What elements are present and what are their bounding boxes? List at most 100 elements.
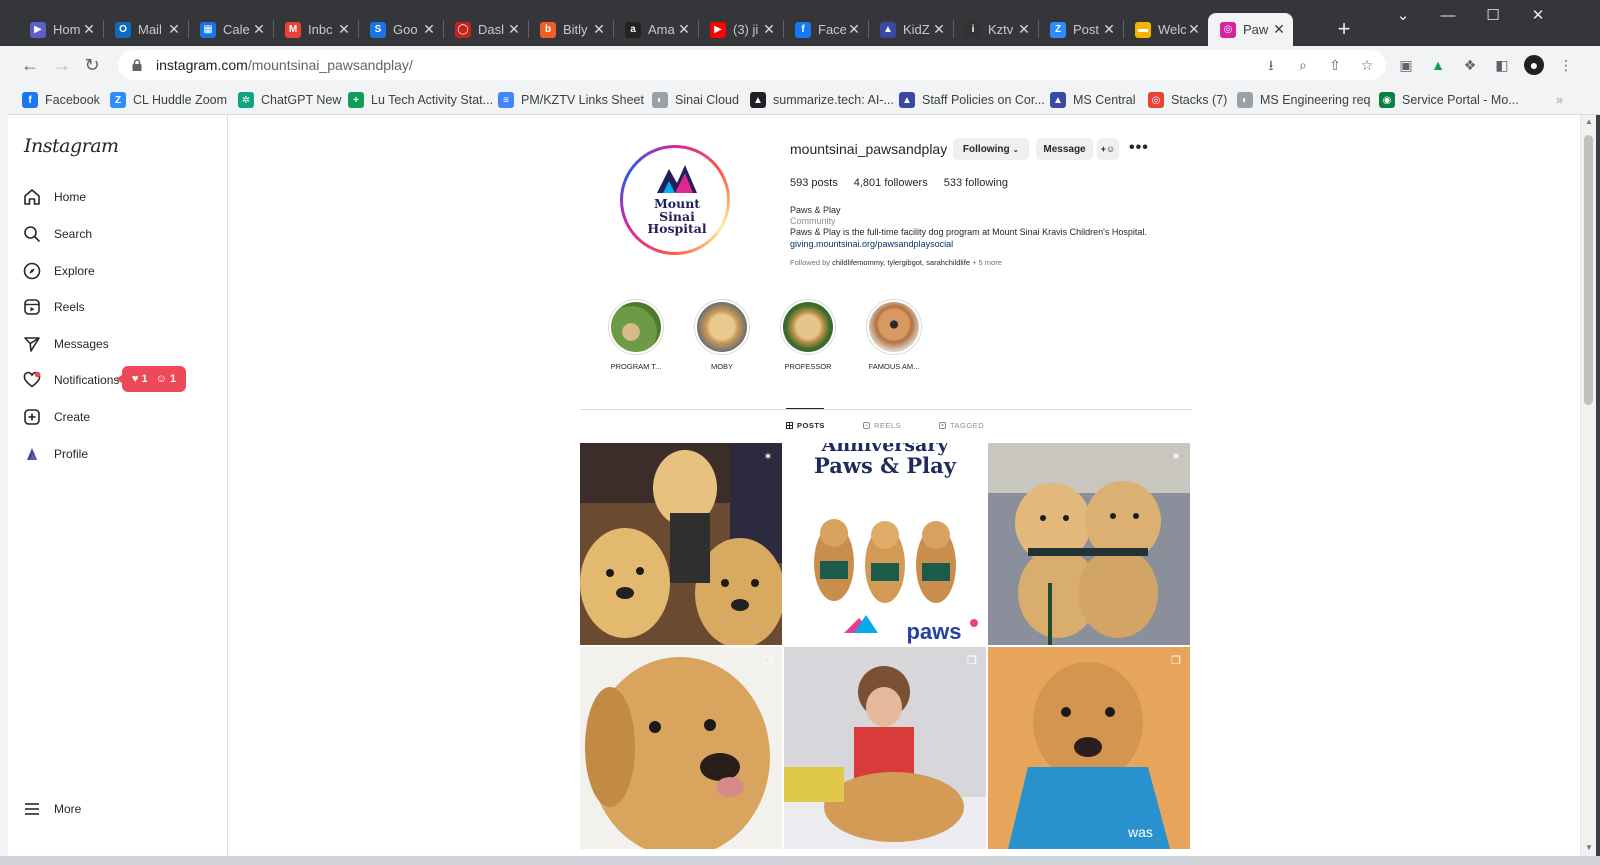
bookmark-item[interactable]: f Facebook: [22, 91, 100, 109]
tab-close-icon[interactable]: ✕: [846, 21, 862, 38]
following-stat[interactable]: 533 following: [944, 177, 1008, 189]
drive-extension-icon[interactable]: ▲: [1428, 55, 1448, 75]
maximize-icon[interactable]: ☐: [1478, 4, 1508, 28]
highlight-professor[interactable]: PROFESSOR: [768, 299, 848, 371]
browser-tab[interactable]: a Ama ✕: [613, 13, 698, 46]
tab-close-icon[interactable]: ✕: [81, 21, 97, 38]
following-button[interactable]: Following ⌄: [953, 138, 1029, 160]
scroll-up-icon[interactable]: ▲: [1583, 117, 1595, 126]
tab-close-icon[interactable]: ✕: [591, 21, 607, 38]
highlight-famous[interactable]: FAMOUS AM...: [854, 299, 934, 371]
nav-notifications[interactable]: Notifications: [22, 367, 119, 393]
tab-close-icon[interactable]: ✕: [336, 21, 352, 38]
new-tab-button[interactable]: +: [1332, 18, 1356, 42]
profile-avatar-icon[interactable]: ●: [1524, 55, 1544, 75]
tab-close-icon[interactable]: ✕: [676, 21, 692, 38]
post-tile[interactable]: was ❐: [988, 647, 1190, 849]
bookmark-item[interactable]: Z CL Huddle Zoom: [110, 91, 227, 109]
bio-link[interactable]: giving.mountsinai.org/pawsandplaysocial: [790, 239, 953, 249]
browser-tab[interactable]: ▦ Cale ✕: [188, 13, 273, 46]
tab-close-icon[interactable]: ✕: [1101, 21, 1117, 38]
likes-count-value: 1: [141, 373, 148, 385]
share-icon[interactable]: ⇧: [1326, 56, 1344, 74]
minimize-icon[interactable]: —: [1433, 4, 1463, 28]
address-bar[interactable]: instagram.com/mountsinai_pawsandplay/ ⭳ …: [118, 50, 1386, 80]
nav-search[interactable]: Search: [22, 221, 92, 247]
nav-profile[interactable]: Profile: [22, 441, 88, 467]
tab-search-icon[interactable]: ⌄: [1388, 4, 1418, 28]
bookmark-item[interactable]: ◐ Sinai Cloud: [652, 91, 739, 109]
bookmarks-overflow-icon[interactable]: »: [1556, 91, 1563, 109]
post-tile[interactable]: Anniversary Paws & Play paws: [784, 443, 986, 645]
bookmark-item[interactable]: ✲ ChatGPT New: [238, 91, 341, 109]
highlight-program[interactable]: PROGRAM T...: [596, 299, 676, 371]
bookmark-item[interactable]: ≡ PM/KZTV Links Sheet: [498, 91, 644, 109]
tab-close-icon[interactable]: ✕: [931, 21, 947, 38]
tab-posts[interactable]: POSTS: [786, 421, 825, 430]
highlight-moby[interactable]: MOBY: [682, 299, 762, 371]
tab-close-icon[interactable]: ✕: [761, 21, 777, 38]
nav-create[interactable]: Create: [22, 404, 90, 430]
browser-tab[interactable]: ◎ Paw ✕: [1208, 13, 1293, 46]
bookmark-item[interactable]: ◉ Service Portal - Mo...: [1379, 91, 1519, 109]
nav-messages[interactable]: Messages: [22, 331, 109, 357]
nav-more[interactable]: More: [22, 796, 81, 822]
tab-close-icon[interactable]: ✕: [1016, 21, 1032, 38]
bookmark-item[interactable]: + Lu Tech Activity Stat...: [348, 91, 493, 109]
close-window-icon[interactable]: ✕: [1523, 4, 1553, 28]
bookmark-item[interactable]: ◎ Stacks (7): [1148, 91, 1227, 109]
forward-icon[interactable]: →: [50, 54, 74, 78]
browser-tab[interactable]: S Goo ✕: [358, 13, 443, 46]
tab-close-icon[interactable]: ✕: [421, 21, 437, 38]
nav-explore[interactable]: Explore: [22, 258, 95, 284]
back-icon[interactable]: ←: [18, 54, 42, 78]
zoom-icon[interactable]: ⌕: [1294, 56, 1312, 74]
instagram-logo[interactable]: Instagram: [24, 135, 119, 157]
more-options-icon[interactable]: •••: [1129, 139, 1149, 157]
bookmark-item[interactable]: ◐ MS Engineering req: [1237, 91, 1370, 109]
tab-close-icon[interactable]: ✕: [1186, 21, 1202, 38]
message-button[interactable]: Message: [1036, 138, 1093, 160]
bookmark-star-icon[interactable]: ☆: [1358, 56, 1376, 74]
scroll-down-icon[interactable]: ▼: [1583, 843, 1595, 852]
suggest-user-button[interactable]: +☺: [1097, 138, 1119, 160]
post-tile[interactable]: ✶: [988, 443, 1190, 645]
tab-close-icon[interactable]: ✕: [251, 21, 267, 38]
bookmark-item[interactable]: ▲ MS Central: [1050, 91, 1136, 109]
post-tile[interactable]: ✶: [580, 443, 782, 645]
browser-tab[interactable]: f Face ✕: [783, 13, 868, 46]
followed-by[interactable]: Followed by childlifemommy, tylergibgot,…: [790, 258, 1002, 267]
chrome-menu-icon[interactable]: ⋮: [1556, 55, 1576, 75]
browser-tab[interactable]: ▲ KidZ ✕: [868, 13, 953, 46]
tab-reels[interactable]: REELS: [863, 421, 901, 430]
browser-tab[interactable]: ◯ Dasl ✕: [443, 13, 528, 46]
bookmark-item[interactable]: ▲ Staff Policies on Cor...: [899, 91, 1045, 109]
browser-tab[interactable]: ▶ (3) ji ✕: [698, 13, 783, 46]
followers-stat[interactable]: 4,801 followers: [854, 177, 928, 189]
post-tile[interactable]: ❐: [784, 647, 986, 849]
browser-tab[interactable]: i Kztv ✕: [953, 13, 1038, 46]
bookmark-item[interactable]: ▲ summarize.tech: AI-...: [750, 91, 894, 109]
browser-tab[interactable]: Z Post ✕: [1038, 13, 1123, 46]
profile-avatar[interactable]: Mount Sinai Hospital: [620, 145, 730, 255]
reload-icon[interactable]: ↻: [80, 54, 104, 78]
page-scrollbar[interactable]: ▲ ▼: [1580, 115, 1596, 856]
nav-home[interactable]: Home: [22, 184, 86, 210]
tab-close-icon[interactable]: ✕: [506, 21, 522, 38]
browser-tab[interactable]: ▶ Hom ✕: [18, 13, 103, 46]
nav-reels[interactable]: Reels: [22, 294, 85, 320]
post-tile[interactable]: ❐: [580, 647, 782, 849]
browser-tab[interactable]: ▬ Welc ✕: [1123, 13, 1208, 46]
extensions-puzzle-icon[interactable]: ❖: [1460, 55, 1480, 75]
browser-tab[interactable]: O Mail ✕: [103, 13, 188, 46]
install-app-icon[interactable]: ⭳: [1262, 56, 1280, 74]
tab-close-icon[interactable]: ✕: [1271, 21, 1287, 38]
browser-tab[interactable]: M Inbc ✕: [273, 13, 358, 46]
extension-square-icon[interactable]: ▣: [1396, 55, 1416, 75]
tab-tagged[interactable]: TAGGED: [939, 421, 984, 430]
browser-tab[interactable]: b Bitly ✕: [528, 13, 613, 46]
notification-badge[interactable]: ♥ 1 ☺ 1: [116, 366, 186, 392]
tab-close-icon[interactable]: ✕: [166, 21, 182, 38]
scrollbar-thumb[interactable]: [1584, 135, 1593, 405]
side-panel-icon[interactable]: ◧: [1492, 55, 1512, 75]
